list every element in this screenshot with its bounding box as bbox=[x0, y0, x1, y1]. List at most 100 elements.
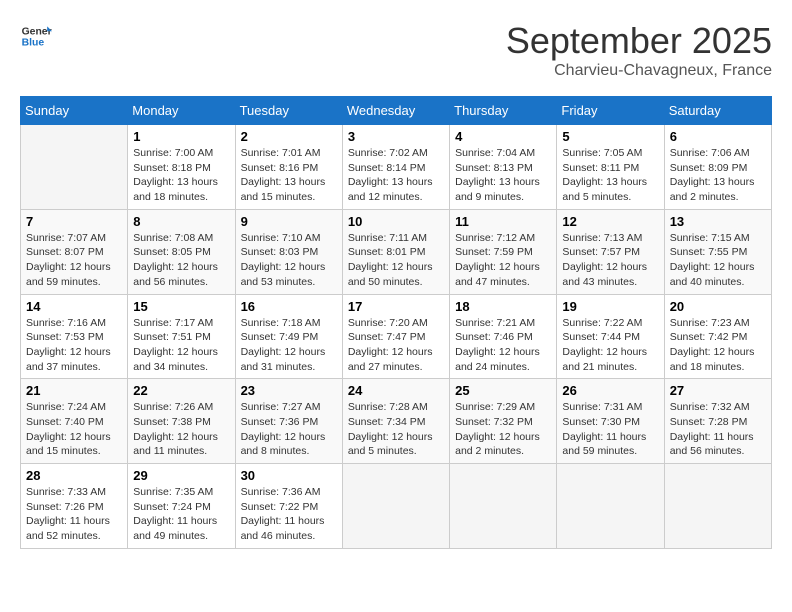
calendar-cell: 30Sunrise: 7:36 AM Sunset: 7:22 PM Dayli… bbox=[235, 464, 342, 549]
day-number: 7 bbox=[26, 214, 122, 229]
day-info: Sunrise: 7:15 AM Sunset: 7:55 PM Dayligh… bbox=[670, 231, 766, 290]
calendar-cell: 19 Sunrise: 7:22 AM Sunset: 7:44 PM Dayli… bbox=[557, 294, 664, 379]
day-number: 28 bbox=[26, 468, 122, 483]
day-info: Sunrise: 7:16 AM Sunset: 7:53 PM Dayligh… bbox=[26, 316, 122, 375]
calendar-cell: 8 Sunrise: 7:08 AM Sunset: 8:05 PM Daylig… bbox=[128, 209, 235, 294]
day-number: 8 bbox=[133, 214, 229, 229]
day-number: 1 bbox=[133, 129, 229, 144]
calendar-cell: 18 Sunrise: 7:21 AM Sunset: 7:46 PM Dayli… bbox=[450, 294, 557, 379]
day-header-sunday: Sunday bbox=[21, 97, 128, 125]
title-area: September 2025 Charvieu-Chavagneux, Fran… bbox=[506, 20, 772, 80]
calendar-cell bbox=[21, 125, 128, 210]
logo-icon: General Blue bbox=[20, 20, 52, 52]
day-info: Sunrise: 7:06 AM Sunset: 8:09 PM Dayligh… bbox=[670, 146, 766, 205]
calendar-cell: 27Sunrise: 7:32 AM Sunset: 7:28 PM Dayli… bbox=[664, 379, 771, 464]
day-number: 29 bbox=[133, 468, 229, 483]
calendar-cell: 7 Sunrise: 7:07 AM Sunset: 8:07 PM Daylig… bbox=[21, 209, 128, 294]
day-number: 6 bbox=[670, 129, 766, 144]
day-number: 19 bbox=[562, 299, 658, 314]
calendar-body: 1 Sunrise: 7:00 AM Sunset: 8:18 PM Daylig… bbox=[21, 125, 772, 549]
day-header-monday: Monday bbox=[128, 97, 235, 125]
day-info: Sunrise: 7:23 AM Sunset: 7:42 PM Dayligh… bbox=[670, 316, 766, 375]
day-info: Sunrise: 7:18 AM Sunset: 7:49 PM Dayligh… bbox=[241, 316, 337, 375]
day-number: 24 bbox=[348, 383, 444, 398]
calendar-cell: 20 Sunrise: 7:23 AM Sunset: 7:42 PM Dayli… bbox=[664, 294, 771, 379]
day-info: Sunrise: 7:35 AM Sunset: 7:24 PM Dayligh… bbox=[133, 485, 229, 544]
month-title: September 2025 bbox=[506, 20, 772, 62]
calendar-cell: 24 Sunrise: 7:28 AM Sunset: 7:34 PM Dayli… bbox=[342, 379, 449, 464]
calendar-cell: 1 Sunrise: 7:00 AM Sunset: 8:18 PM Daylig… bbox=[128, 125, 235, 210]
calendar-cell: 22Sunrise: 7:26 AM Sunset: 7:38 PM Dayli… bbox=[128, 379, 235, 464]
calendar-cell: 12 Sunrise: 7:13 AM Sunset: 7:57 PM Dayli… bbox=[557, 209, 664, 294]
day-header-wednesday: Wednesday bbox=[342, 97, 449, 125]
day-info: Sunrise: 7:02 AM Sunset: 8:14 PM Dayligh… bbox=[348, 146, 444, 205]
calendar-cell: 13 Sunrise: 7:15 AM Sunset: 7:55 PM Dayli… bbox=[664, 209, 771, 294]
location-title: Charvieu-Chavagneux, France bbox=[506, 62, 772, 80]
calendar-cell: 11 Sunrise: 7:12 AM Sunset: 7:59 PM Dayli… bbox=[450, 209, 557, 294]
calendar-cell: 5 Sunrise: 7:05 AM Sunset: 8:11 PM Daylig… bbox=[557, 125, 664, 210]
day-info: Sunrise: 7:28 AM Sunset: 7:34 PM Dayligh… bbox=[348, 400, 444, 459]
calendar-cell: 4 Sunrise: 7:04 AM Sunset: 8:13 PM Daylig… bbox=[450, 125, 557, 210]
day-number: 20 bbox=[670, 299, 766, 314]
calendar-cell: 2 Sunrise: 7:01 AM Sunset: 8:16 PM Daylig… bbox=[235, 125, 342, 210]
calendar-cell: 10 Sunrise: 7:11 AM Sunset: 8:01 PM Dayli… bbox=[342, 209, 449, 294]
day-number: 22 bbox=[133, 383, 229, 398]
calendar-cell: 16 Sunrise: 7:18 AM Sunset: 7:49 PM Dayli… bbox=[235, 294, 342, 379]
day-info: Sunrise: 7:13 AM Sunset: 7:57 PM Dayligh… bbox=[562, 231, 658, 290]
day-info: Sunrise: 7:10 AM Sunset: 8:03 PM Dayligh… bbox=[241, 231, 337, 290]
calendar-header-row: SundayMondayTuesdayWednesdayThursdayFrid… bbox=[21, 97, 772, 125]
calendar-cell: 6 Sunrise: 7:06 AM Sunset: 8:09 PM Daylig… bbox=[664, 125, 771, 210]
svg-text:Blue: Blue bbox=[22, 38, 45, 49]
day-number: 5 bbox=[562, 129, 658, 144]
day-info: Sunrise: 7:36 AM Sunset: 7:22 PM Dayligh… bbox=[241, 485, 337, 544]
day-number: 4 bbox=[455, 129, 551, 144]
calendar-week-5: 28 Sunrise: 7:33 AM Sunset: 7:26 PM Dayli… bbox=[21, 464, 772, 549]
day-header-friday: Friday bbox=[557, 97, 664, 125]
calendar-cell: 26Sunrise: 7:31 AM Sunset: 7:30 PM Dayli… bbox=[557, 379, 664, 464]
day-info: Sunrise: 7:21 AM Sunset: 7:46 PM Dayligh… bbox=[455, 316, 551, 375]
day-number: 14 bbox=[26, 299, 122, 314]
day-info: Sunrise: 7:05 AM Sunset: 8:11 PM Dayligh… bbox=[562, 146, 658, 205]
day-header-tuesday: Tuesday bbox=[235, 97, 342, 125]
day-number: 3 bbox=[348, 129, 444, 144]
day-number: 18 bbox=[455, 299, 551, 314]
day-header-thursday: Thursday bbox=[450, 97, 557, 125]
calendar-week-2: 7 Sunrise: 7:07 AM Sunset: 8:07 PM Daylig… bbox=[21, 209, 772, 294]
day-number: 10 bbox=[348, 214, 444, 229]
calendar-cell: 9Sunrise: 7:10 AM Sunset: 8:03 PM Daylig… bbox=[235, 209, 342, 294]
day-info: Sunrise: 7:20 AM Sunset: 7:47 PM Dayligh… bbox=[348, 316, 444, 375]
day-info: Sunrise: 7:04 AM Sunset: 8:13 PM Dayligh… bbox=[455, 146, 551, 205]
day-number: 11 bbox=[455, 214, 551, 229]
logo: General Blue bbox=[20, 20, 52, 52]
day-info: Sunrise: 7:17 AM Sunset: 7:51 PM Dayligh… bbox=[133, 316, 229, 375]
day-info: Sunrise: 7:11 AM Sunset: 8:01 PM Dayligh… bbox=[348, 231, 444, 290]
day-number: 13 bbox=[670, 214, 766, 229]
calendar-cell: 21Sunrise: 7:24 AM Sunset: 7:40 PM Dayli… bbox=[21, 379, 128, 464]
day-info: Sunrise: 7:00 AM Sunset: 8:18 PM Dayligh… bbox=[133, 146, 229, 205]
calendar-week-3: 14 Sunrise: 7:16 AM Sunset: 7:53 PM Dayli… bbox=[21, 294, 772, 379]
day-info: Sunrise: 7:33 AM Sunset: 7:26 PM Dayligh… bbox=[26, 485, 122, 544]
day-number: 16 bbox=[241, 299, 337, 314]
day-info: Sunrise: 7:27 AM Sunset: 7:36 PM Dayligh… bbox=[241, 400, 337, 459]
day-number: 21 bbox=[26, 383, 122, 398]
calendar-cell bbox=[450, 464, 557, 549]
day-info: Sunrise: 7:07 AM Sunset: 8:07 PM Dayligh… bbox=[26, 231, 122, 290]
day-number: 12 bbox=[562, 214, 658, 229]
calendar-week-1: 1 Sunrise: 7:00 AM Sunset: 8:18 PM Daylig… bbox=[21, 125, 772, 210]
calendar-cell bbox=[342, 464, 449, 549]
calendar-cell: 3 Sunrise: 7:02 AM Sunset: 8:14 PM Daylig… bbox=[342, 125, 449, 210]
day-info: Sunrise: 7:29 AM Sunset: 7:32 PM Dayligh… bbox=[455, 400, 551, 459]
day-info: Sunrise: 7:01 AM Sunset: 8:16 PM Dayligh… bbox=[241, 146, 337, 205]
day-info: Sunrise: 7:22 AM Sunset: 7:44 PM Dayligh… bbox=[562, 316, 658, 375]
header: General Blue September 2025 Charvieu-Cha… bbox=[20, 20, 772, 80]
day-number: 2 bbox=[241, 129, 337, 144]
day-info: Sunrise: 7:31 AM Sunset: 7:30 PM Dayligh… bbox=[562, 400, 658, 459]
day-number: 23 bbox=[241, 383, 337, 398]
day-info: Sunrise: 7:08 AM Sunset: 8:05 PM Dayligh… bbox=[133, 231, 229, 290]
day-info: Sunrise: 7:12 AM Sunset: 7:59 PM Dayligh… bbox=[455, 231, 551, 290]
calendar-cell: 23 Sunrise: 7:27 AM Sunset: 7:36 PM Dayli… bbox=[235, 379, 342, 464]
day-info: Sunrise: 7:32 AM Sunset: 7:28 PM Dayligh… bbox=[670, 400, 766, 459]
day-number: 25 bbox=[455, 383, 551, 398]
day-number: 15 bbox=[133, 299, 229, 314]
calendar-cell: 29 Sunrise: 7:35 AM Sunset: 7:24 PM Dayli… bbox=[128, 464, 235, 549]
